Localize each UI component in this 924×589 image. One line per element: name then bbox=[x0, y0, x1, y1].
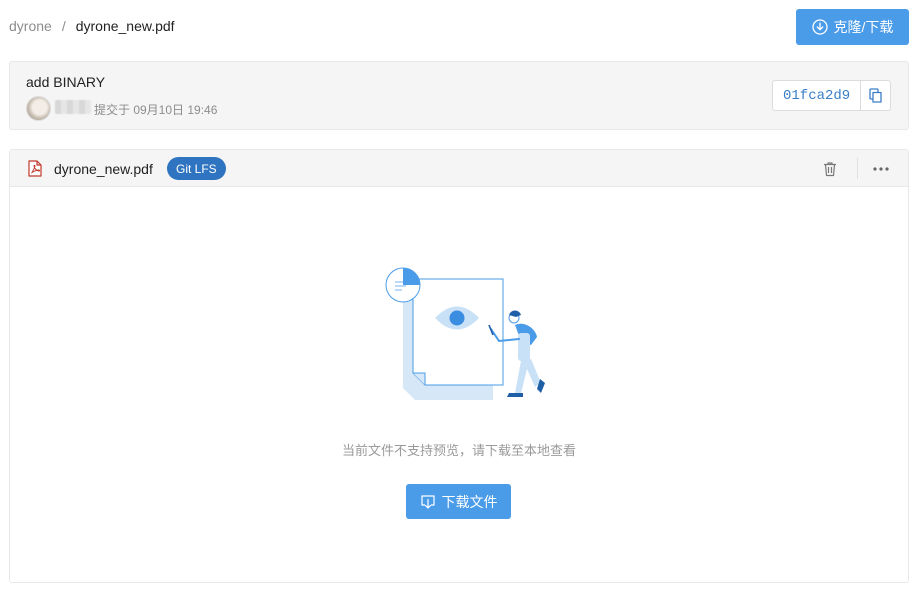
no-preview-illustration bbox=[385, 267, 545, 400]
author-name-blurred bbox=[55, 100, 91, 114]
file-name: dyrone_new.pdf bbox=[54, 161, 153, 177]
breadcrumb-repo-link[interactable]: dyrone bbox=[9, 18, 52, 34]
breadcrumb-current-file: dyrone_new.pdf bbox=[75, 18, 175, 34]
commit-hash-group: 01fca2d9 bbox=[772, 80, 892, 111]
download-file-label: 下载文件 bbox=[441, 493, 498, 510]
more-actions-button[interactable] bbox=[870, 159, 892, 179]
commit-hash-link[interactable]: 01fca2d9 bbox=[772, 80, 861, 111]
git-lfs-badge: Git LFS bbox=[167, 157, 226, 180]
delete-file-button[interactable] bbox=[820, 159, 840, 179]
commit-meta: 提交于 09月10日 19:46 bbox=[94, 103, 218, 117]
file-panel: dyrone_new.pdf Git LFS 当前文件不支持预览，请下载至本地查… bbox=[9, 149, 909, 583]
pdf-file-icon bbox=[28, 160, 42, 177]
clone-download-button[interactable]: 克隆/下载 bbox=[796, 9, 909, 45]
more-horizontal-icon bbox=[873, 167, 889, 171]
trash-icon bbox=[824, 162, 836, 177]
commit-info-box: add BINARY 提交于 09月10日 19:46 01fca2d9 bbox=[9, 61, 909, 130]
download-circle-icon bbox=[811, 19, 828, 35]
file-header: dyrone_new.pdf Git LFS bbox=[10, 150, 908, 187]
download-box-icon bbox=[420, 494, 435, 509]
avatar[interactable] bbox=[26, 96, 51, 121]
top-bar: dyrone / dyrone_new.pdf 克隆/下载 bbox=[0, 0, 924, 52]
header-divider bbox=[857, 158, 858, 179]
breadcrumb: dyrone / dyrone_new.pdf bbox=[9, 18, 175, 34]
breadcrumb-separator: / bbox=[61, 18, 66, 34]
copy-icon bbox=[869, 88, 882, 103]
commit-message[interactable]: add BINARY bbox=[26, 74, 105, 90]
download-file-button[interactable]: 下载文件 bbox=[406, 484, 511, 519]
no-preview-message: 当前文件不支持预览，请下载至本地查看 bbox=[341, 443, 576, 458]
copy-hash-button[interactable] bbox=[860, 80, 892, 111]
clone-download-label: 克隆/下载 bbox=[833, 19, 894, 35]
